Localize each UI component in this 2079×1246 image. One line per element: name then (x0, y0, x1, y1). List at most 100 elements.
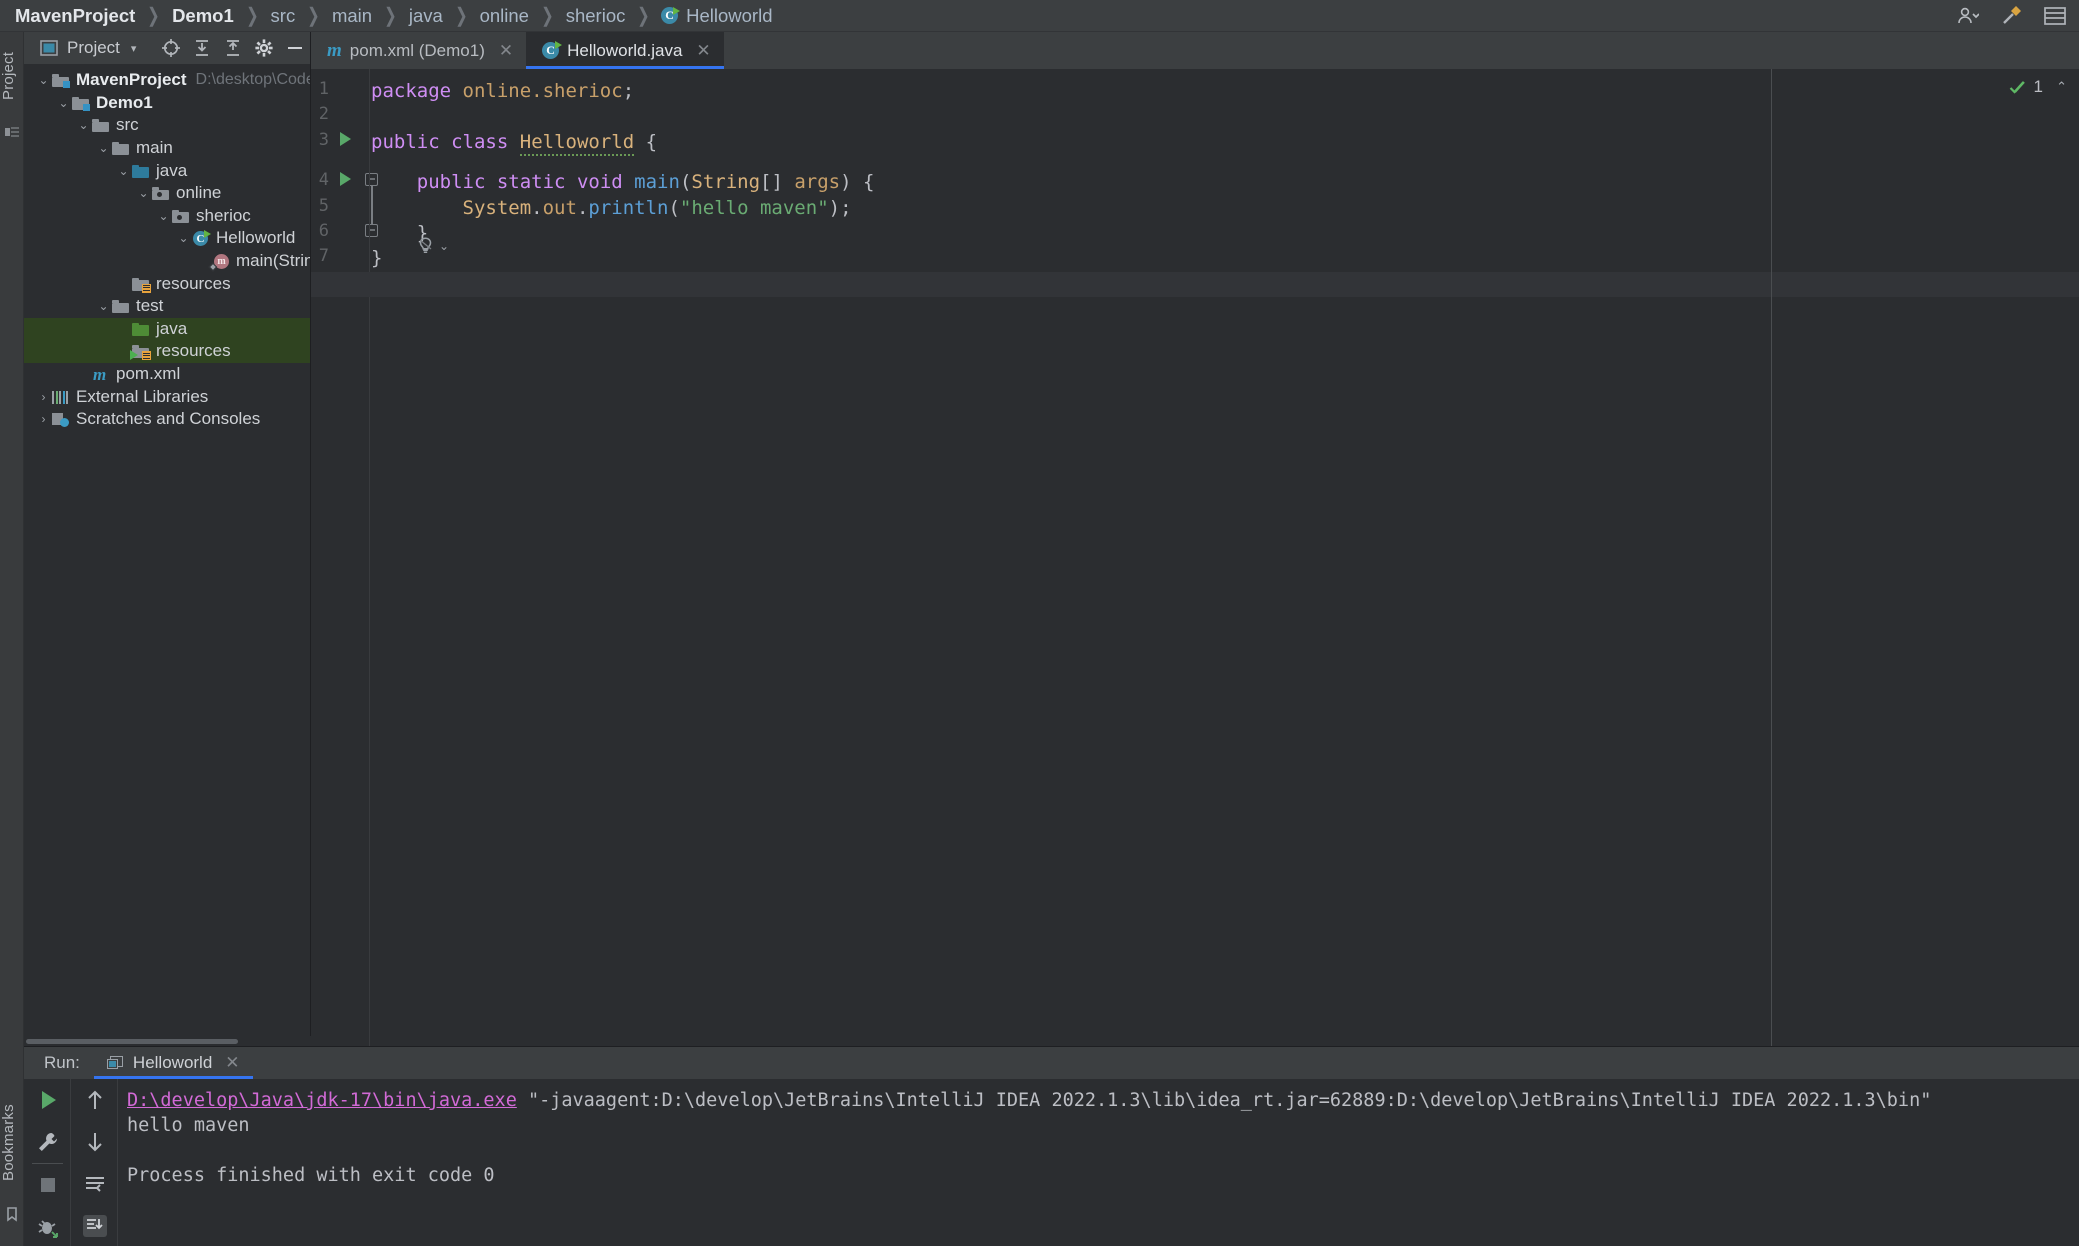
package-icon (171, 208, 190, 224)
chevron-down-icon[interactable]: ⌄ (96, 141, 111, 155)
folder-test-resource-icon (131, 343, 150, 359)
tree-node-helloworld[interactable]: ⌄CHelloworld (24, 227, 310, 250)
rail-bookmarks-label[interactable]: Bookmarks (0, 1088, 24, 1198)
tree-node-resources[interactable]: resources (24, 340, 310, 363)
chevron-down-icon[interactable]: ⌄ (136, 186, 151, 200)
run-side-toolbar (24, 1079, 71, 1246)
run-configurations-button[interactable] (24, 1121, 71, 1163)
tree-node-external-libraries[interactable]: ›External Libraries (24, 385, 310, 408)
tree-node-main-string[interactable]: mmain(String (24, 250, 310, 273)
tree-node-pom-xml[interactable]: mpom.xml (24, 363, 310, 386)
tree-node-resources[interactable]: resources (24, 272, 310, 295)
intention-action[interactable]: ⌄ (416, 236, 449, 255)
inspection-count: 1 (2034, 77, 2043, 97)
close-icon[interactable]: ✕ (225, 1053, 239, 1073)
chevron-down-icon[interactable]: ⌄ (439, 239, 449, 253)
inspection-widget[interactable]: 1 (2008, 77, 2043, 97)
chevron-down-icon[interactable]: ⌄ (36, 73, 51, 87)
bookmarks-icon[interactable] (4, 1206, 20, 1222)
run-tool-window: Run: Helloworld ✕ (24, 1046, 2079, 1246)
rail-project-label[interactable]: Project (0, 38, 24, 114)
soft-wrap-button[interactable] (71, 1163, 118, 1205)
tree-node-src[interactable]: ⌄src (24, 114, 310, 137)
settings-gear-icon[interactable] (248, 32, 279, 64)
locate-icon[interactable] (155, 32, 186, 64)
breadcrumb-item-sherioc[interactable]: sherioc (565, 5, 627, 27)
code-token: static (497, 171, 566, 193)
breadcrumb-item-src[interactable]: src (270, 5, 297, 27)
collapse-all-icon[interactable] (217, 32, 248, 64)
tree-node-label: pom.xml (116, 364, 180, 384)
breadcrumb-item-online[interactable]: online (479, 5, 530, 27)
chevron-down-icon[interactable]: ⌄ (56, 96, 71, 110)
run-gutter-icon[interactable] (340, 132, 351, 146)
chevron-right-icon[interactable]: › (36, 390, 51, 404)
breadcrumb-item-mavenproject[interactable]: MavenProject (14, 5, 136, 27)
folder-gray-icon (111, 298, 130, 314)
run-panel-header: Run: Helloworld ✕ (24, 1047, 2079, 1079)
rerun-button[interactable] (24, 1079, 71, 1121)
tree-node-demo1[interactable]: ⌄Demo1 (24, 92, 310, 115)
chevron-down-icon[interactable]: ⌄ (76, 118, 91, 132)
breadcrumb-item-java[interactable]: java (408, 5, 444, 27)
tree-node-sherioc[interactable]: ⌄sherioc (24, 205, 310, 228)
account-icon[interactable] (1945, 0, 1989, 32)
code-token: { (634, 131, 657, 153)
tree-node-java[interactable]: java (24, 318, 310, 341)
code-token (566, 171, 577, 193)
arrow-up-icon (84, 1088, 106, 1112)
play-green-icon (36, 1088, 60, 1112)
close-icon[interactable]: ✕ (696, 41, 710, 61)
chevron-up-icon[interactable]: ⌃ (2056, 79, 2067, 95)
code-content[interactable]: package online.sherioc; public class Hel… (371, 69, 1771, 1046)
window-layout-icon[interactable] (2033, 0, 2077, 32)
expand-all-icon[interactable] (186, 32, 217, 64)
editor-tab-pom-xml-demo1-[interactable]: mpom.xml (Demo1)✕ (311, 32, 526, 69)
structure-icon[interactable] (4, 124, 20, 140)
tree-node-mavenproject[interactable]: ⌄MavenProjectD:\desktop\Code\Jav (24, 69, 310, 92)
down-stack-button[interactable] (71, 1121, 118, 1163)
chevron-down-icon[interactable]: ⌄ (96, 299, 111, 313)
debug-button[interactable] (24, 1206, 71, 1246)
chevron-down-icon[interactable]: ⌄ (176, 231, 191, 245)
hide-window-icon[interactable] (279, 32, 310, 64)
up-stack-button[interactable] (71, 1079, 118, 1121)
code-token (451, 80, 462, 102)
breadcrumb-item-demo1[interactable]: Demo1 (171, 5, 235, 27)
chevron-down-icon[interactable]: ▾ (131, 42, 137, 55)
run-label: Run: (24, 1053, 94, 1073)
run-gutter-icon[interactable] (340, 172, 351, 186)
tree-node-test[interactable]: ⌄ test (24, 295, 310, 318)
stop-button[interactable] (24, 1164, 71, 1206)
tree-node-java[interactable]: ⌄java (24, 159, 310, 182)
code-token: [] (760, 171, 794, 193)
breadcrumb-separator: ❯ (377, 3, 403, 28)
scroll-to-end-button[interactable] (71, 1205, 118, 1246)
project-tree[interactable]: ⌄MavenProjectD:\desktop\Code\Jav⌄Demo1⌄s… (24, 64, 310, 1046)
tree-node-scratches-and-consoles[interactable]: ›Scratches and Consoles (24, 408, 310, 431)
console-java-path-link[interactable]: D:\develop\Java\jdk-17\bin\java.exe (127, 1090, 517, 1111)
close-icon[interactable]: ✕ (499, 41, 513, 61)
chevron-right-icon[interactable]: › (36, 412, 51, 426)
code-line: public class Helloworld { (371, 130, 1771, 155)
code-token: println (588, 197, 668, 219)
breadcrumb-item-main[interactable]: main (331, 5, 373, 27)
tree-node-online[interactable]: ⌄online (24, 182, 310, 205)
breadcrumb-item-helloworld[interactable]: Helloworld (685, 5, 773, 27)
chevron-down-icon[interactable]: ⌄ (156, 209, 171, 223)
topbar-right-actions (1945, 0, 2079, 32)
tree-node-label: test (136, 296, 163, 316)
chevron-down-icon[interactable]: ⌄ (116, 164, 131, 178)
project-tree-hscrollbar[interactable] (24, 1036, 311, 1046)
code-token: . (577, 197, 588, 219)
run-tab-helloworld[interactable]: Helloworld ✕ (94, 1047, 253, 1079)
editor-tab-helloworld-java[interactable]: CHelloworld.java✕ (526, 32, 724, 69)
code-editor[interactable]: 12345678 package online.sherioc; public … (311, 69, 2079, 1046)
console-exit-message: Process finished with exit code 0 (127, 1163, 2079, 1188)
bug-icon (36, 1215, 60, 1239)
hammer-icon[interactable] (1989, 0, 2033, 32)
code-token (440, 131, 451, 153)
breadcrumb-separator: ❯ (448, 3, 474, 28)
tree-node-main[interactable]: ⌄main (24, 137, 310, 160)
console-output[interactable]: D:\develop\Java\jdk-17\bin\java.exe "-ja… (118, 1079, 2079, 1246)
